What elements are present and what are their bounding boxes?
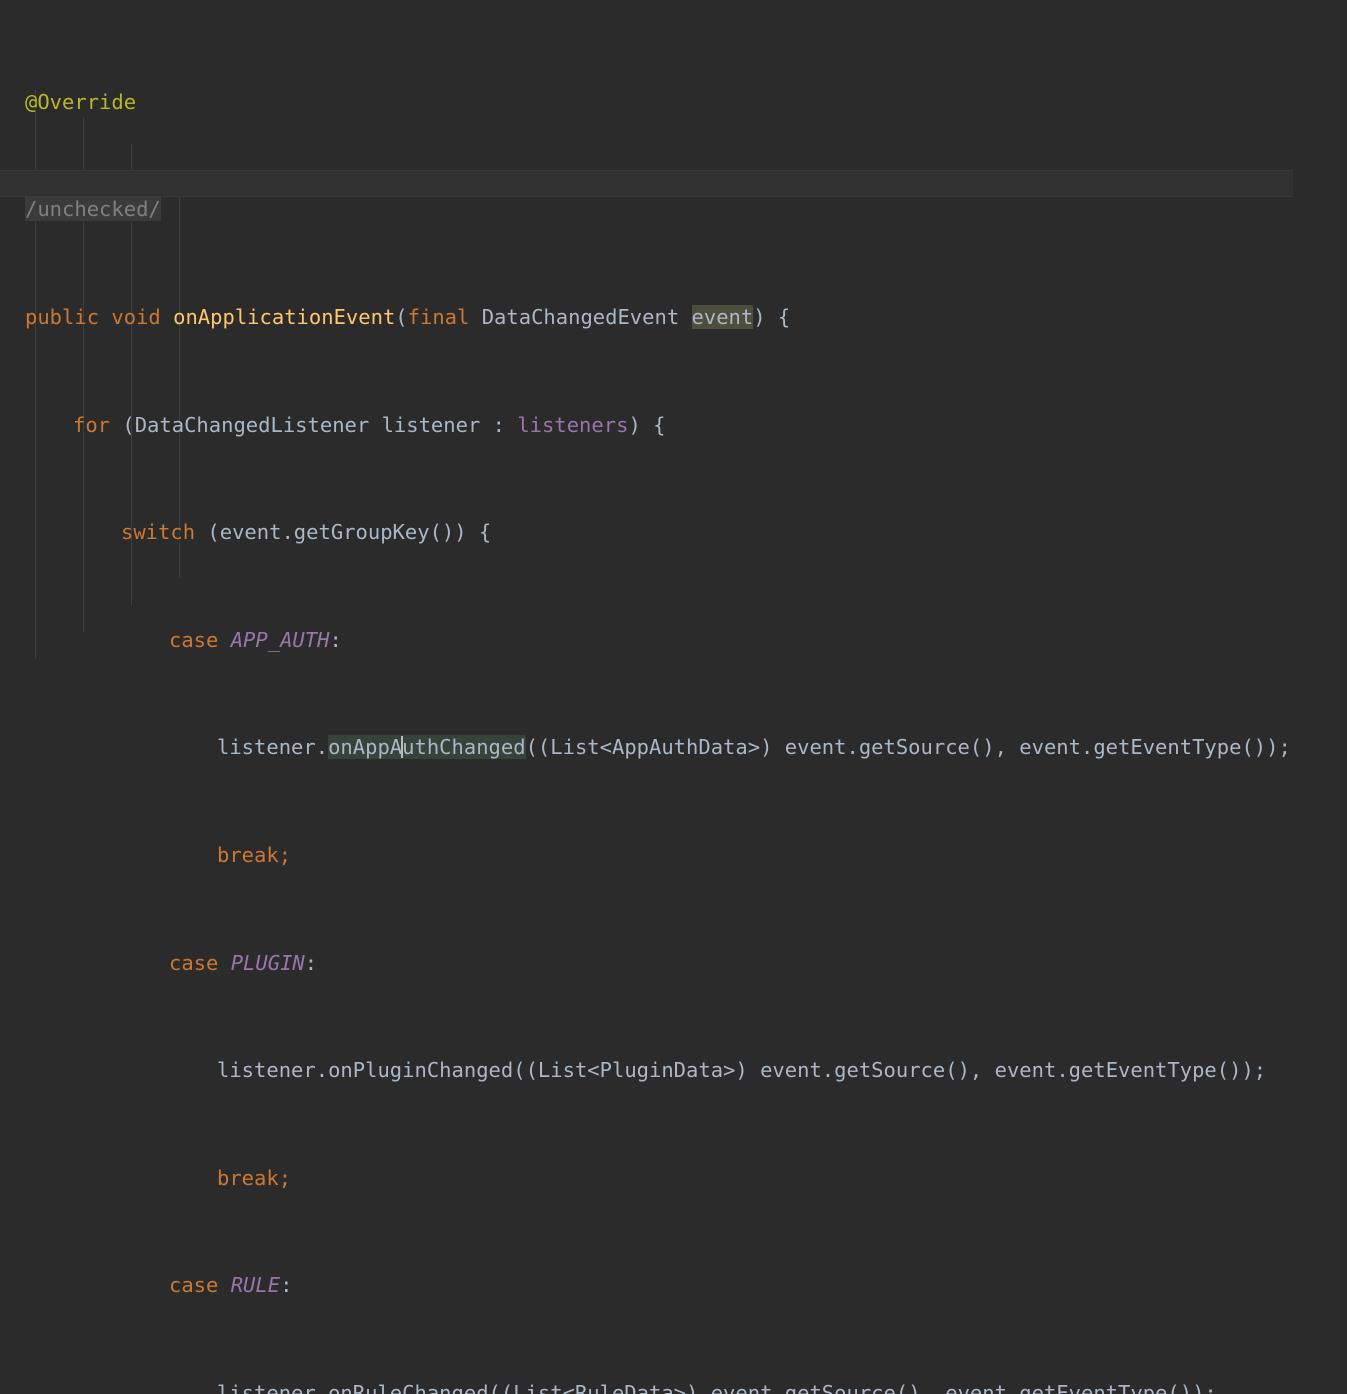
code-line[interactable]: for (DataChangedListener listener : list… (0, 412, 1347, 439)
cast-list-rule-data: (List<RuleData>) (500, 1381, 699, 1394)
code-line[interactable]: listener.onRuleChanged((List<RuleData>) … (0, 1380, 1347, 1394)
code-line[interactable]: break; (0, 842, 1347, 869)
field-listeners: listeners (517, 412, 629, 437)
code-line[interactable]: case APP_AUTH: (0, 627, 1347, 654)
keyword-final: final (407, 304, 470, 329)
enum-constant-app-auth: APP_AUTH (230, 627, 330, 652)
comment-unchecked: /unchecked/ (25, 197, 161, 222)
code-line[interactable]: listener.onAppAuthChanged((List<AppAuthD… (0, 734, 1347, 761)
keyword-public: public (25, 304, 100, 329)
call-get-event-type: event.getEventType() (945, 1381, 1193, 1394)
paren-open: ( (395, 304, 408, 329)
call-get-event-type: event.getEventType() (1019, 735, 1267, 760)
call-get-source: event.getSource() (760, 1058, 970, 1083)
call-get-source: event.getSource() (710, 1381, 921, 1394)
code-line[interactable]: switch (event.getGroupKey()) { (0, 519, 1347, 546)
code-content[interactable]: @Override /unchecked/ public void onAppl… (0, 0, 1347, 1394)
code-line[interactable]: case PLUGIN: (0, 950, 1347, 977)
colon: : (280, 1273, 293, 1298)
call-get-group-key: event.getGroupKey() (219, 520, 455, 545)
keyword-for: for (73, 412, 111, 437)
keyword-case: case (169, 950, 219, 975)
enum-constant-plugin: PLUGIN (230, 950, 305, 975)
call-get-event-type: event.getEventType() (994, 1058, 1242, 1083)
cast-list-plugin-data: (List<PluginData>) (525, 1058, 748, 1083)
call-get-source: event.getSource() (784, 735, 995, 760)
keyword-break: break; (217, 842, 292, 867)
keyword-case: case (169, 627, 219, 652)
code-line[interactable]: /unchecked/ (0, 196, 1347, 223)
code-line[interactable]: listener.onPluginChanged((List<PluginDat… (0, 1057, 1347, 1084)
var-listener: listener. (217, 735, 329, 760)
param-event-highlighted: event (691, 304, 754, 329)
keyword-void: void (111, 304, 161, 329)
code-line[interactable]: public void onApplicationEvent(final Dat… (0, 304, 1347, 331)
keyword-case: case (169, 1273, 219, 1298)
method-call-on-app-auth-changed: onAppAuthChanged (328, 735, 526, 760)
code-editor[interactable]: @Override /unchecked/ public void onAppl… (0, 0, 1347, 1394)
annotation-override: @Override (25, 89, 137, 114)
method-declaration-name: onApplicationEvent (173, 304, 396, 329)
code-line[interactable]: case RULE: (0, 1272, 1347, 1299)
method-call-on-rule-changed: onRuleChanged (328, 1381, 489, 1394)
cast-list-app-auth-data: (List<AppAuthData>) (537, 735, 773, 760)
keyword-switch: switch (121, 520, 196, 545)
keyword-break: break; (217, 1165, 292, 1190)
code-line[interactable]: @Override (0, 89, 1347, 116)
type-data-changed-event: DataChangedEvent (481, 304, 680, 329)
type-data-changed-listener: DataChangedListener (134, 412, 370, 437)
enum-constant-rule: RULE (230, 1273, 281, 1298)
method-call-on-plugin-changed: onPluginChanged (328, 1058, 514, 1083)
code-line[interactable]: break; (0, 1165, 1347, 1192)
colon: : (329, 627, 342, 652)
var-listener: listener (381, 412, 481, 437)
colon: : (304, 950, 318, 975)
